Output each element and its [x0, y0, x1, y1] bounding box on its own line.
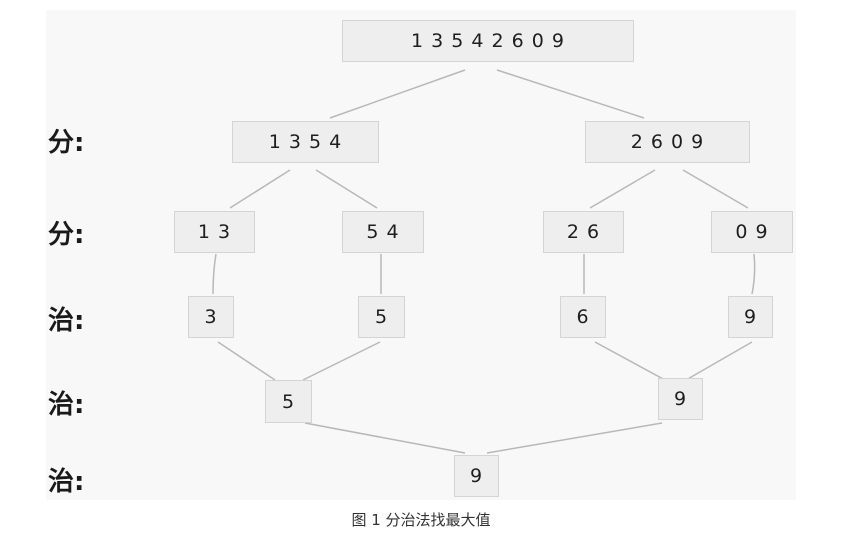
conquer1-node-1: 3	[188, 296, 234, 338]
conquer1-node-2: 5	[358, 296, 405, 338]
split2-node-4: 0 9	[711, 211, 793, 253]
split2-node-1: 1 3	[174, 211, 255, 253]
result-node: 9	[454, 455, 499, 497]
root-array-node: 1 3 5 4 2 6 0 9	[342, 20, 634, 62]
label-divide-2: 分:	[48, 220, 85, 250]
diagram-panel	[46, 10, 796, 500]
conquer1-node-3: 6	[560, 296, 606, 338]
label-divide-1: 分:	[48, 128, 85, 158]
figure-caption: 图 1 分治法找最大值	[351, 511, 491, 529]
split2-node-3: 2 6	[543, 211, 624, 253]
split2-node-2: 5 4	[342, 211, 424, 253]
conquer2-node-1: 5	[265, 380, 312, 423]
split1-left-node: 1 3 5 4	[232, 121, 379, 163]
conquer2-node-2: 9	[658, 378, 703, 420]
label-conquer-2: 治:	[48, 390, 85, 420]
conquer1-node-4: 9	[728, 296, 773, 338]
label-conquer-3: 治:	[48, 467, 85, 497]
label-conquer-1: 治:	[48, 306, 85, 336]
split1-right-node: 2 6 0 9	[585, 121, 750, 163]
